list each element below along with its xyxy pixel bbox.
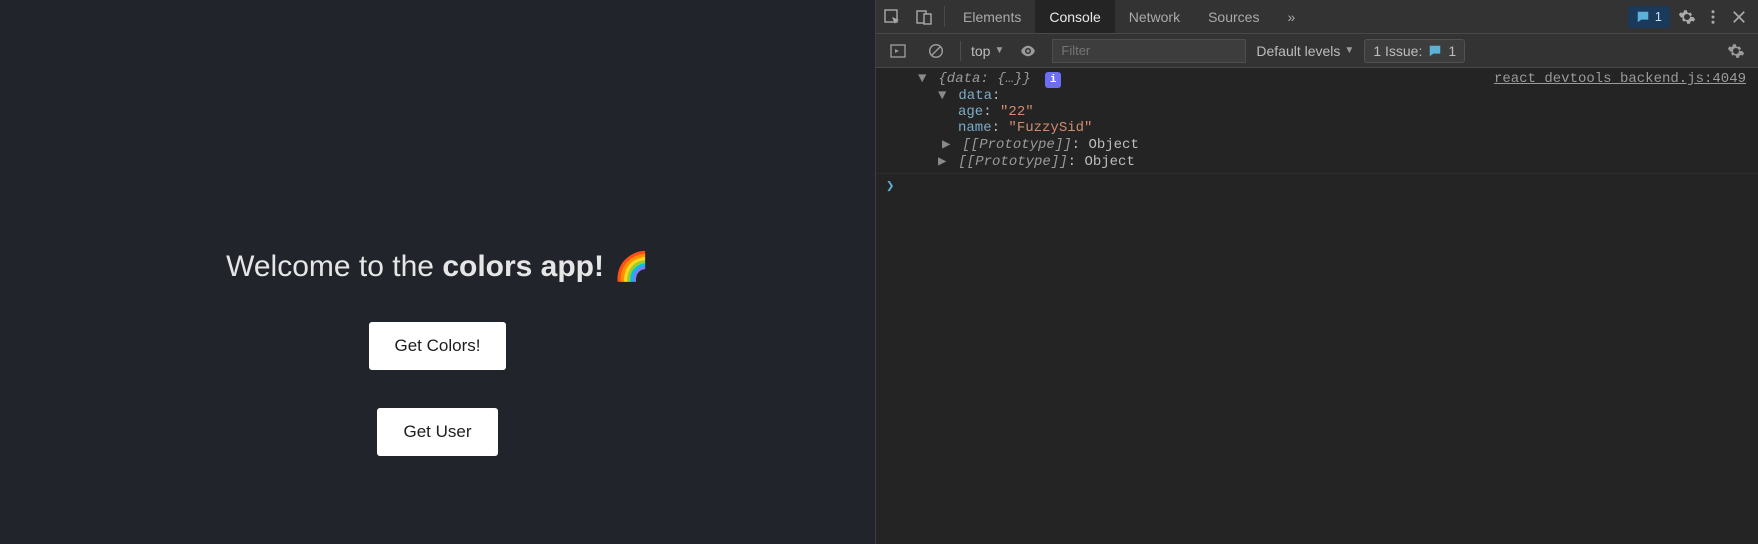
console-toolbar: top ▼ Default levels ▼ 1 Issue: 1 (876, 34, 1758, 68)
tab-separator (944, 6, 945, 27)
get-colors-button[interactable]: Get Colors! (369, 322, 507, 370)
console-log-entry: ▼ {data: {…}} i ▼ data: age: "22" name: … (876, 68, 1758, 174)
filter-input[interactable] (1052, 39, 1246, 63)
console-body: ▼ {data: {…}} i ▼ data: age: "22" name: … (876, 68, 1758, 544)
expand-arrow-icon[interactable]: ▶ (938, 153, 950, 170)
kebab-icon[interactable] (1704, 8, 1722, 26)
expand-arrow-icon[interactable]: ▼ (918, 71, 930, 87)
app-panel: Welcome to the colors app! 🌈 Get Colors!… (0, 0, 875, 544)
object-summary[interactable]: {data: {…}} (938, 71, 1030, 87)
tab-more[interactable]: » (1273, 0, 1309, 33)
prototype-value: Object (1088, 137, 1138, 153)
prototype-label[interactable]: [[Prototype]] (962, 137, 1071, 153)
messages-count: 1 (1655, 9, 1662, 24)
object-key: age (958, 104, 983, 120)
issues-pill[interactable]: 1 Issue: 1 (1364, 39, 1465, 63)
tab-network[interactable]: Network (1115, 0, 1194, 33)
issues-count: 1 (1448, 43, 1456, 59)
prototype-value: Object (1084, 154, 1134, 170)
console-settings-icon[interactable] (1722, 37, 1750, 65)
toolbar-separator (960, 41, 961, 61)
devtools-panel: Elements Console Network Sources » 1 top… (875, 0, 1758, 544)
chevron-down-icon: ▼ (994, 45, 1004, 56)
chevron-down-icon: ▼ (1344, 45, 1354, 56)
tab-console[interactable]: Console (1035, 0, 1114, 33)
gear-icon[interactable] (1678, 8, 1696, 26)
messages-badge[interactable]: 1 (1628, 6, 1670, 28)
get-user-button[interactable]: Get User (377, 408, 497, 456)
object-key[interactable]: data (958, 88, 992, 104)
context-label: top (971, 43, 990, 59)
console-sidebar-toggle-icon[interactable] (884, 37, 912, 65)
clear-console-icon[interactable] (922, 37, 950, 65)
heading-prefix: Welcome to the (226, 250, 442, 283)
inspect-element-icon[interactable] (876, 0, 908, 33)
app-heading: Welcome to the colors app! 🌈 (226, 250, 649, 284)
levels-label: Default levels (1256, 43, 1340, 59)
tab-sources[interactable]: Sources (1194, 0, 1273, 33)
close-icon[interactable] (1730, 8, 1748, 26)
heading-bold: colors app! (442, 250, 604, 283)
object-value: "22" (1000, 104, 1034, 120)
tab-elements[interactable]: Elements (949, 0, 1035, 33)
issues-label: 1 Issue: (1373, 43, 1422, 59)
log-levels-select[interactable]: Default levels ▼ (1256, 43, 1354, 59)
object-key: name (958, 120, 992, 136)
source-link[interactable]: react_devtools_backend.js:4049 (1494, 71, 1750, 170)
expand-arrow-icon[interactable]: ▼ (938, 88, 950, 104)
object-value: "FuzzySid" (1008, 120, 1092, 136)
info-badge-icon[interactable]: i (1045, 72, 1061, 88)
rainbow-icon: 🌈 (614, 253, 649, 281)
devtools-tabs: Elements Console Network Sources » 1 (876, 0, 1758, 34)
prototype-label[interactable]: [[Prototype]] (958, 154, 1067, 170)
prompt-caret-icon: ❯ (886, 178, 894, 195)
context-select[interactable]: top ▼ (971, 43, 1004, 59)
console-prompt[interactable]: ❯ (876, 174, 1758, 199)
live-expression-icon[interactable] (1014, 37, 1042, 65)
device-toolbar-icon[interactable] (908, 0, 940, 33)
expand-arrow-icon[interactable]: ▶ (942, 136, 954, 153)
